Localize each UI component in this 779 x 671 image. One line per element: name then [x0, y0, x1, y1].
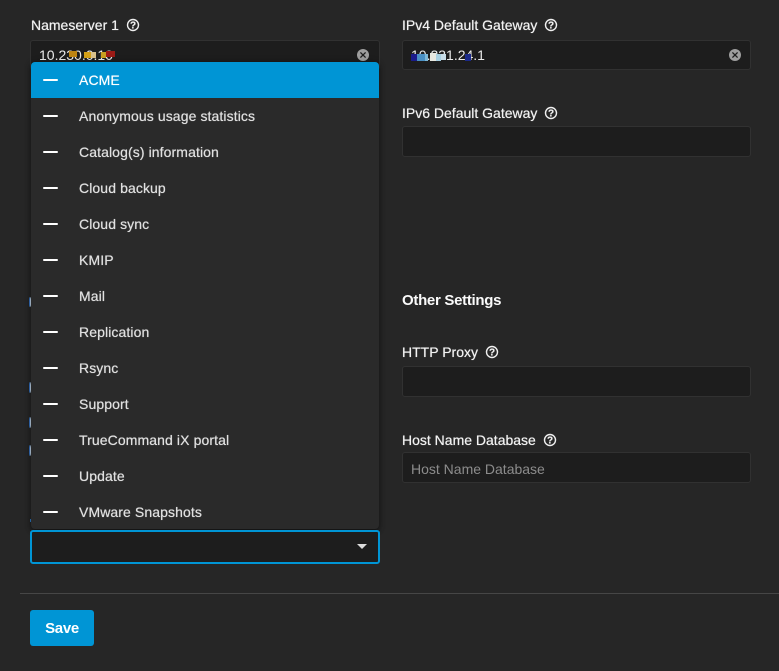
- svg-text:?: ?: [489, 348, 495, 359]
- svg-text:?: ?: [547, 436, 553, 447]
- svg-text:?: ?: [548, 109, 554, 120]
- svg-text:?: ?: [548, 21, 554, 32]
- svg-text:?: ?: [130, 21, 136, 32]
